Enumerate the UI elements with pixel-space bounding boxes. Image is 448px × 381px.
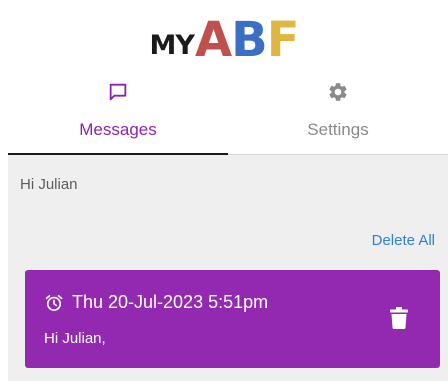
message-timestamp: Thu 20-Jul-2023 5:51pm [72, 292, 269, 312]
message-card[interactable]: Thu 20-Jul-2023 5:51pm Hi Julian, [25, 270, 440, 368]
logo-prefix: MY [149, 30, 195, 61]
message-body: Hi Julian, [44, 330, 106, 347]
message-icon [106, 80, 130, 104]
myabf-logo: MY A B F [0, 12, 448, 64]
tab-messages-label: Messages [79, 120, 157, 139]
logo-letter-a: A [194, 12, 232, 68]
app-root: MY A B F Messages Settings Hi Julian Del… [0, 0, 448, 381]
alarm-clock-icon [45, 294, 63, 311]
messages-panel: Hi Julian Delete All Thu 20-Jul-2023 5:5… [8, 155, 448, 381]
logo-letter-b: B [231, 12, 268, 68]
tab-settings[interactable]: Settings [228, 74, 448, 154]
tab-settings-label: Settings [307, 120, 369, 139]
logo-letter-f: F [266, 12, 300, 68]
tab-messages[interactable]: Messages [8, 74, 228, 156]
greeting-text: Hi Julian [20, 176, 78, 193]
gear-icon [326, 80, 350, 104]
trash-icon[interactable] [390, 307, 408, 329]
tab-bar: Messages Settings [8, 74, 448, 156]
delete-all-button[interactable]: Delete All [372, 232, 435, 249]
message-header: Thu 20-Jul-2023 5:51pm [44, 292, 268, 313]
